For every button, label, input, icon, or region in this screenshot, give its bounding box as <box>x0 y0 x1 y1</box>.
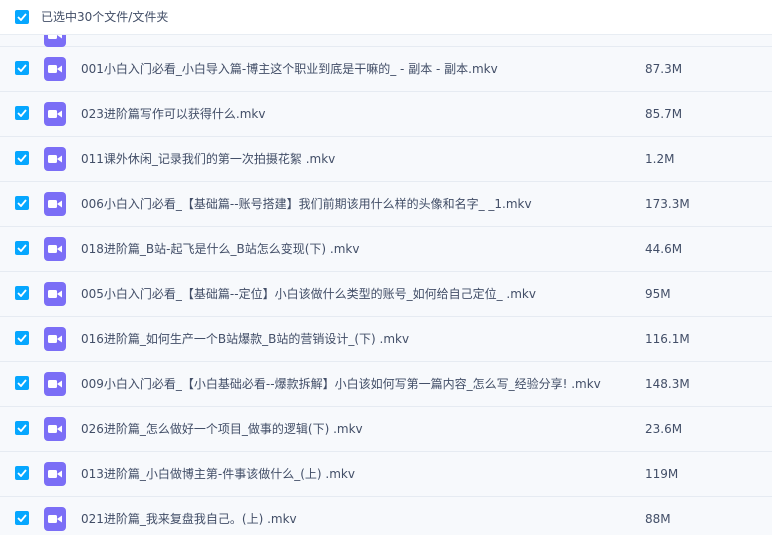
file-name[interactable]: 006小白入门必看_【基础篇--账号搭建】我们前期该用什么样的头像和名字_ _1… <box>81 195 532 213</box>
file-name[interactable]: 018进阶篇_B站-起飞是什么_B站怎么变现(下) .mkv <box>81 240 359 258</box>
video-file-icon <box>44 147 66 171</box>
checkmark-icon <box>17 199 27 207</box>
file-name[interactable]: 001小白入门必看_小白导入篇-博主这个职业到底是干嘛的_ - 副本 - 副本.… <box>81 60 498 78</box>
file-checkbox[interactable] <box>15 196 29 210</box>
video-file-icon <box>44 282 66 306</box>
checkmark-icon <box>17 13 27 21</box>
file-name[interactable]: 026进阶篇_怎么做好一个项目_做事的逻辑(下) .mkv <box>81 420 363 438</box>
video-file-icon <box>44 507 66 531</box>
selection-header: 已选中30个文件/文件夹 <box>0 0 772 34</box>
file-row[interactable]: 005小白入门必看_【基础篇--定位】小白该做什么类型的账号_如何给自己定位_ … <box>0 272 772 317</box>
file-size: 44.6M <box>645 242 683 256</box>
video-file-icon <box>44 462 66 486</box>
file-size: 1.2M <box>645 152 675 166</box>
checkmark-icon <box>17 289 27 297</box>
file-checkbox[interactable] <box>15 376 29 390</box>
video-file-icon <box>44 417 66 441</box>
file-name[interactable]: 013进阶篇_小白做博主第-件事该做什么_(上) .mkv <box>81 465 355 483</box>
file-size: 88M <box>645 512 671 526</box>
file-name[interactable]: 016进阶篇_如何生产一个B站爆款_B站的营销设计_(下) .mkv <box>81 330 409 348</box>
file-size: 23.6M <box>645 422 683 436</box>
file-checkbox[interactable] <box>15 61 29 75</box>
file-checkbox[interactable] <box>15 466 29 480</box>
video-file-icon <box>44 327 66 351</box>
file-checkbox[interactable] <box>15 286 29 300</box>
file-list: 001小白入门必看_小白导入篇-博主这个职业到底是干嘛的_ - 副本 - 副本.… <box>0 34 772 535</box>
file-size: 173.3M <box>645 197 690 211</box>
file-name[interactable]: 011课外休闲_记录我们的第一次拍摄花絮 .mkv <box>81 150 335 168</box>
file-row[interactable]: 001小白入门必看_小白导入篇-博主这个职业到底是干嘛的_ - 副本 - 副本.… <box>0 47 772 92</box>
file-size: 85.7M <box>645 107 683 121</box>
file-size: 116.1M <box>645 332 690 346</box>
file-checkbox[interactable] <box>15 421 29 435</box>
checkmark-icon <box>17 424 27 432</box>
file-row[interactable]: 016进阶篇_如何生产一个B站爆款_B站的营销设计_(下) .mkv 116.1M <box>0 317 772 362</box>
select-all-checkbox[interactable] <box>15 10 29 24</box>
file-size: 148.3M <box>645 377 690 391</box>
file-row[interactable]: 011课外休闲_记录我们的第一次拍摄花絮 .mkv 1.2M <box>0 137 772 182</box>
selection-count-label: 已选中30个文件/文件夹 <box>41 10 169 24</box>
file-size: 87.3M <box>645 62 683 76</box>
file-row[interactable]: 026进阶篇_怎么做好一个项目_做事的逻辑(下) .mkv 23.6M <box>0 407 772 452</box>
file-checkbox[interactable] <box>15 106 29 120</box>
checkmark-icon <box>17 469 27 477</box>
file-row[interactable]: 009小白入门必看_【小白基础必看--爆款拆解】小白该如何写第一篇内容_怎么写_… <box>0 362 772 407</box>
file-name[interactable]: 023进阶篇写作可以获得什么.mkv <box>81 105 265 123</box>
video-file-icon <box>44 35 66 47</box>
file-row[interactable]: 018进阶篇_B站-起飞是什么_B站怎么变现(下) .mkv 44.6M <box>0 227 772 272</box>
checkmark-icon <box>17 154 27 162</box>
video-file-icon <box>44 237 66 261</box>
checkmark-icon <box>17 514 27 522</box>
file-size: 95M <box>645 287 671 301</box>
file-row[interactable]: 023进阶篇写作可以获得什么.mkv 85.7M <box>0 92 772 137</box>
checkmark-icon <box>17 64 27 72</box>
file-name[interactable]: 005小白入门必看_【基础篇--定位】小白该做什么类型的账号_如何给自己定位_ … <box>81 285 536 303</box>
checkmark-icon <box>17 109 27 117</box>
checkmark-icon <box>17 334 27 342</box>
checkmark-icon <box>17 379 27 387</box>
file-name[interactable]: 021进阶篇_我来复盘我自己。(上) .mkv <box>81 510 297 528</box>
file-row[interactable]: 021进阶篇_我来复盘我自己。(上) .mkv 88M <box>0 497 772 535</box>
file-row[interactable]: 006小白入门必看_【基础篇--账号搭建】我们前期该用什么样的头像和名字_ _1… <box>0 182 772 227</box>
partial-file-row[interactable] <box>0 35 772 47</box>
file-checkbox[interactable] <box>15 151 29 165</box>
file-name[interactable]: 009小白入门必看_【小白基础必看--爆款拆解】小白该如何写第一篇内容_怎么写_… <box>81 375 601 393</box>
video-file-icon <box>44 372 66 396</box>
video-file-icon <box>44 102 66 126</box>
file-checkbox[interactable] <box>15 331 29 345</box>
file-row[interactable]: 013进阶篇_小白做博主第-件事该做什么_(上) .mkv 119M <box>0 452 772 497</box>
checkmark-icon <box>17 244 27 252</box>
video-file-icon <box>44 192 66 216</box>
file-checkbox[interactable] <box>15 241 29 255</box>
file-checkbox[interactable] <box>15 511 29 525</box>
video-file-icon <box>44 57 66 81</box>
file-size: 119M <box>645 467 679 481</box>
